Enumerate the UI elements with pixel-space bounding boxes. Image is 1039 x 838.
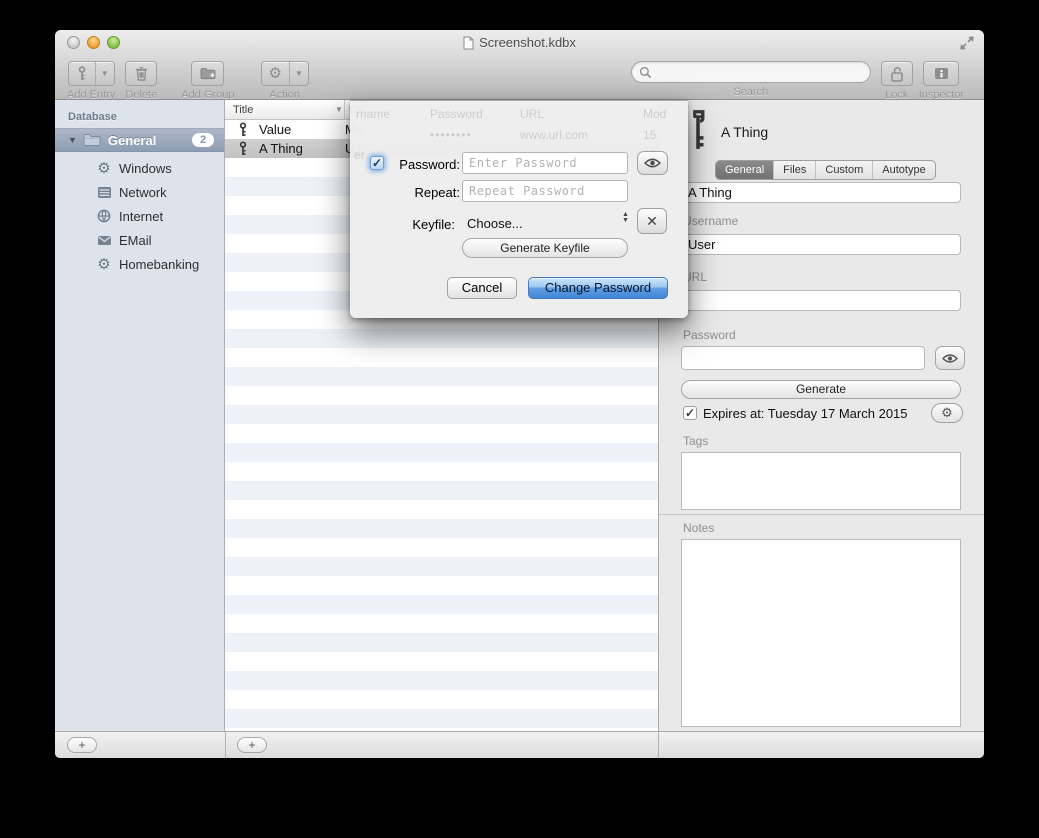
globe-icon: [95, 209, 113, 223]
sidebar-group-label: General: [108, 133, 156, 148]
add-entry-footer-button[interactable]: +: [237, 737, 267, 753]
stepper-icon[interactable]: ▲▼: [622, 212, 629, 224]
notes-label: Notes: [683, 521, 714, 535]
generate-keyfile-button[interactable]: Generate Keyfile: [462, 238, 628, 258]
title-bar[interactable]: Screenshot.kdbx: [55, 30, 984, 55]
search-input[interactable]: [631, 61, 871, 83]
toolbar: ▼ Add Entry Delete Add Group: [55, 55, 984, 100]
tab-files[interactable]: Files: [773, 161, 815, 179]
inspector-button[interactable]: [923, 61, 959, 86]
show-password-button[interactable]: [637, 151, 668, 175]
section-divider: [659, 514, 984, 515]
sidebar-item-windows[interactable]: ⚙ Windows: [55, 156, 224, 180]
inspector-tabs: General Files Custom Autotype: [715, 160, 936, 180]
bottom-bar: + +: [55, 731, 984, 758]
fullscreen-icon[interactable]: [960, 36, 974, 50]
key-icon: [69, 62, 95, 85]
inspector-entry-title: A Thing: [721, 124, 768, 140]
username-label: Username: [683, 214, 738, 228]
pane-divider: [658, 732, 659, 758]
group-count-badge: 2: [192, 133, 214, 147]
inspector-panel: A Thing General Files Custom Autotype Us…: [658, 100, 984, 731]
keyfile-popup[interactable]: Choose...: [467, 216, 523, 231]
change-password-button[interactable]: Change Password: [528, 277, 668, 299]
key-icon: [237, 141, 250, 156]
show-password-button[interactable]: [935, 346, 965, 370]
repeat-password-input[interactable]: [462, 180, 628, 202]
add-entry-button[interactable]: ▼: [68, 61, 115, 86]
lock-open-icon: [890, 66, 904, 82]
folder-icon: [83, 133, 101, 147]
tags-field[interactable]: [681, 452, 961, 510]
sidebar-item-network[interactable]: Network: [55, 180, 224, 204]
sidebar-item-homebanking[interactable]: ⚙ Homebanking: [55, 252, 224, 276]
app-window: Screenshot.kdbx ▼ Add Entry: [55, 30, 984, 758]
title-field[interactable]: [681, 182, 961, 203]
window-title: Screenshot.kdbx: [479, 35, 576, 50]
expires-checkbox[interactable]: ✓: [683, 406, 697, 420]
document-icon: [463, 36, 474, 50]
expires-settings-button[interactable]: ⚙: [931, 403, 963, 423]
tab-general[interactable]: General: [716, 161, 773, 179]
add-group-button[interactable]: [191, 61, 224, 86]
sidebar-item-email[interactable]: EMail: [55, 228, 224, 252]
generate-password-button[interactable]: Generate: [681, 380, 961, 399]
window-chrome: Screenshot.kdbx ▼ Add Entry: [55, 30, 984, 100]
repeat-label: Repeat:: [370, 185, 460, 200]
cancel-button[interactable]: Cancel: [447, 277, 517, 299]
tab-custom[interactable]: Custom: [815, 161, 872, 179]
delete-button[interactable]: [125, 61, 157, 86]
url-field[interactable]: [681, 290, 961, 311]
folder-plus-icon: [200, 67, 216, 80]
password-field[interactable]: [681, 346, 925, 370]
tab-autotype[interactable]: Autotype: [872, 161, 934, 179]
eye-icon: [644, 157, 661, 169]
sidebar-section-header: Database: [68, 111, 117, 123]
gear-icon: ⚙: [95, 161, 113, 176]
gear-icon: ⚙: [262, 62, 289, 85]
key-icon: [237, 122, 250, 137]
chevron-down-icon[interactable]: ▼: [95, 62, 114, 85]
tags-label: Tags: [683, 434, 708, 448]
desktop: { "window": { "title": "Screenshot.kdbx"…: [0, 0, 1039, 838]
keyfile-label: Keyfile:: [365, 217, 455, 232]
column-header-title[interactable]: Title: [233, 104, 253, 116]
pane-divider: [225, 732, 226, 758]
sidebar-item-internet[interactable]: Internet: [55, 204, 224, 228]
password-label: Password:: [370, 157, 460, 172]
gear-icon: ⚙: [941, 406, 953, 421]
server-icon: [95, 186, 113, 199]
info-icon: [934, 67, 949, 80]
disclosure-triangle-icon[interactable]: ▼: [68, 135, 77, 145]
trash-icon: [135, 66, 148, 81]
notes-field[interactable]: [681, 539, 961, 727]
search-icon: [639, 66, 652, 79]
chevron-down-icon[interactable]: ▼: [289, 62, 308, 85]
add-group-footer-button[interactable]: +: [67, 737, 97, 753]
lock-button[interactable]: [881, 61, 913, 86]
envelope-icon: [95, 235, 113, 246]
sidebar: Database ▼ General 2 ⚙ Windows Net: [55, 100, 225, 731]
change-password-sheet: rname Password URL Mod •••••••• www.url.…: [350, 100, 688, 318]
sort-descending-icon: ▼: [335, 105, 343, 114]
search-label: Search: [733, 86, 768, 98]
password-input[interactable]: [462, 152, 628, 174]
username-field[interactable]: [681, 234, 961, 255]
password-label: Password: [683, 328, 736, 342]
key-icon: [687, 110, 709, 152]
action-button[interactable]: ⚙ ▼: [261, 61, 309, 86]
gear-icon: ⚙: [95, 257, 113, 272]
clear-keyfile-button[interactable]: ✕: [637, 208, 667, 234]
column-divider[interactable]: [344, 100, 345, 120]
expires-label: Expires at: Tuesday 17 March 2015: [703, 406, 908, 421]
sidebar-group-general[interactable]: ▼ General 2: [55, 128, 224, 152]
eye-icon: [942, 353, 958, 364]
